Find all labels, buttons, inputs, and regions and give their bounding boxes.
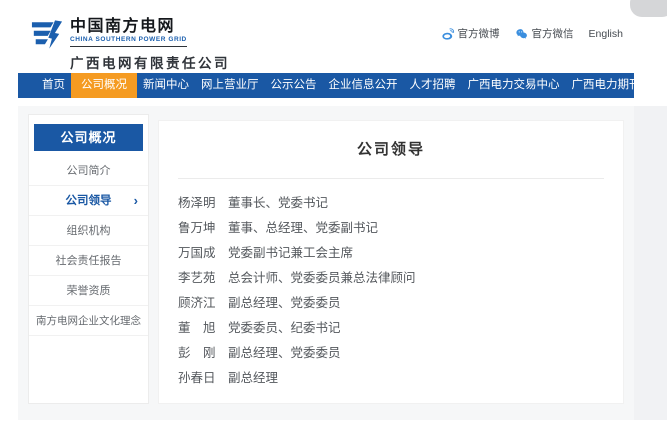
main-nav: 首页 公司概况 新闻中心 网上营业厅 公示公告 企业信息公开 人才招聘 广西电力… xyxy=(18,73,634,98)
leader-name: 彭 刚 xyxy=(178,341,228,366)
subsidiary-name: 广西电网有限责任公司 xyxy=(70,52,230,72)
weibo-link[interactable]: 官方微博 xyxy=(441,26,500,41)
brand-name-cn: 中国南方电网 xyxy=(70,18,187,36)
leader-row: 彭 刚 副总经理、党委委员 xyxy=(178,341,623,366)
window-corner-artifact xyxy=(630,0,667,17)
nav-item-info-disclosure[interactable]: 企业信息公开 xyxy=(323,73,404,98)
english-link[interactable]: English xyxy=(589,28,623,40)
leader-row: 孙春日 副总经理 xyxy=(178,366,623,391)
leader-name: 顾济江 xyxy=(178,291,228,316)
leader-title: 董事、总经理、党委副书记 xyxy=(228,216,623,241)
wechat-link[interactable]: 官方微信 xyxy=(515,26,574,41)
chevron-right-icon: › xyxy=(134,186,138,216)
leader-row: 万国成 党委副书记兼工会主席 xyxy=(178,241,623,266)
sidebar-item-label: 公司简介 xyxy=(67,165,111,177)
sidebar-item-corporate-culture[interactable]: 南方电网企业文化理念 xyxy=(29,306,148,336)
weibo-icon xyxy=(441,27,455,41)
leader-name: 董 旭 xyxy=(178,316,228,341)
right-gutter xyxy=(634,106,667,420)
title-divider xyxy=(178,178,604,179)
leader-row: 董 旭 党委委员、纪委书记 xyxy=(178,316,623,341)
sidebar-item-label: 社会责任报告 xyxy=(56,255,122,267)
leader-title: 副总经理 xyxy=(228,366,623,391)
leader-row: 杨泽明 董事长、党委书记 xyxy=(178,191,623,216)
sidebar-menu: 公司简介 公司领导 › 组织机构 社会责任报告 荣誉资质 南方电网企业文化理念 xyxy=(29,156,148,336)
sidebar: 公司概况 公司简介 公司领导 › 组织机构 社会责任报告 荣誉资质 南方电网企业… xyxy=(28,114,149,404)
leader-row: 顾济江 副总经理、党委委员 xyxy=(178,291,623,316)
sidebar-title: 公司概况 xyxy=(34,124,143,151)
wechat-icon xyxy=(515,27,529,41)
sidebar-item-company-intro[interactable]: 公司简介 xyxy=(29,156,148,186)
brand-name-en: CHINA SOUTHERN POWER GRID xyxy=(70,36,187,44)
leader-title: 副总经理、党委委员 xyxy=(228,291,623,316)
nav-item-public-notices[interactable]: 公示公告 xyxy=(265,73,323,98)
nav-item-power-journal[interactable]: 广西电力期刊 xyxy=(566,73,647,98)
sidebar-item-org-structure[interactable]: 组织机构 xyxy=(29,216,148,246)
leader-title: 总会计师、党委委员兼总法律顾问 xyxy=(228,266,623,291)
leader-name: 鲁万坤 xyxy=(178,216,228,241)
leader-title: 副总经理、党委委员 xyxy=(228,341,623,366)
leader-name: 李艺苑 xyxy=(178,266,228,291)
leader-title: 党委委员、纪委书记 xyxy=(228,316,623,341)
weibo-link-label: 官方微博 xyxy=(458,26,500,41)
nav-item-recruitment[interactable]: 人才招聘 xyxy=(404,73,462,98)
leader-name: 孙春日 xyxy=(178,366,228,391)
sidebar-item-label: 组织机构 xyxy=(67,225,111,237)
leader-row: 鲁万坤 董事、总经理、党委副书记 xyxy=(178,216,623,241)
leader-name: 杨泽明 xyxy=(178,191,228,216)
nav-item-company-overview[interactable]: 公司概况 xyxy=(71,73,137,98)
site-logo[interactable]: 中国南方电网 CHINA SOUTHERN POWER GRID xyxy=(31,18,187,49)
leader-list: 杨泽明 董事长、党委书记 鲁万坤 董事、总经理、党委副书记 万国成 党委副书记兼… xyxy=(178,191,623,391)
site-header: 中国南方电网 CHINA SOUTHERN POWER GRID 广西电网有限责… xyxy=(0,0,667,73)
leader-title: 党委副书记兼工会主席 xyxy=(228,241,623,266)
sidebar-item-csr-report[interactable]: 社会责任报告 xyxy=(29,246,148,276)
nav-item-home[interactable]: 首页 xyxy=(36,73,71,98)
sidebar-item-label: 公司领导 xyxy=(66,195,112,207)
sidebar-item-company-leaders[interactable]: 公司领导 › xyxy=(29,186,148,216)
leader-name: 万国成 xyxy=(178,241,228,266)
nav-item-online-business-hall[interactable]: 网上营业厅 xyxy=(195,73,265,98)
page-title: 公司领导 xyxy=(159,138,623,159)
leader-row: 李艺苑 总会计师、党委委员兼总法律顾问 xyxy=(178,266,623,291)
sidebar-item-label: 荣誉资质 xyxy=(67,285,111,297)
wechat-link-label: 官方微信 xyxy=(532,26,574,41)
nav-item-power-trading-center[interactable]: 广西电力交易中心 xyxy=(462,73,566,98)
sidebar-item-honors[interactable]: 荣誉资质 xyxy=(29,276,148,306)
main-content-panel: 公司领导 杨泽明 董事长、党委书记 鲁万坤 董事、总经理、党委副书记 万国成 党… xyxy=(158,120,624,404)
leader-title: 董事长、党委书记 xyxy=(228,191,623,216)
nav-item-news-center[interactable]: 新闻中心 xyxy=(137,73,195,98)
header-quick-links: 官方微博 官方微信 English xyxy=(441,26,623,41)
csg-logo-icon xyxy=(31,20,63,49)
sidebar-item-label: 南方电网企业文化理念 xyxy=(36,315,141,327)
